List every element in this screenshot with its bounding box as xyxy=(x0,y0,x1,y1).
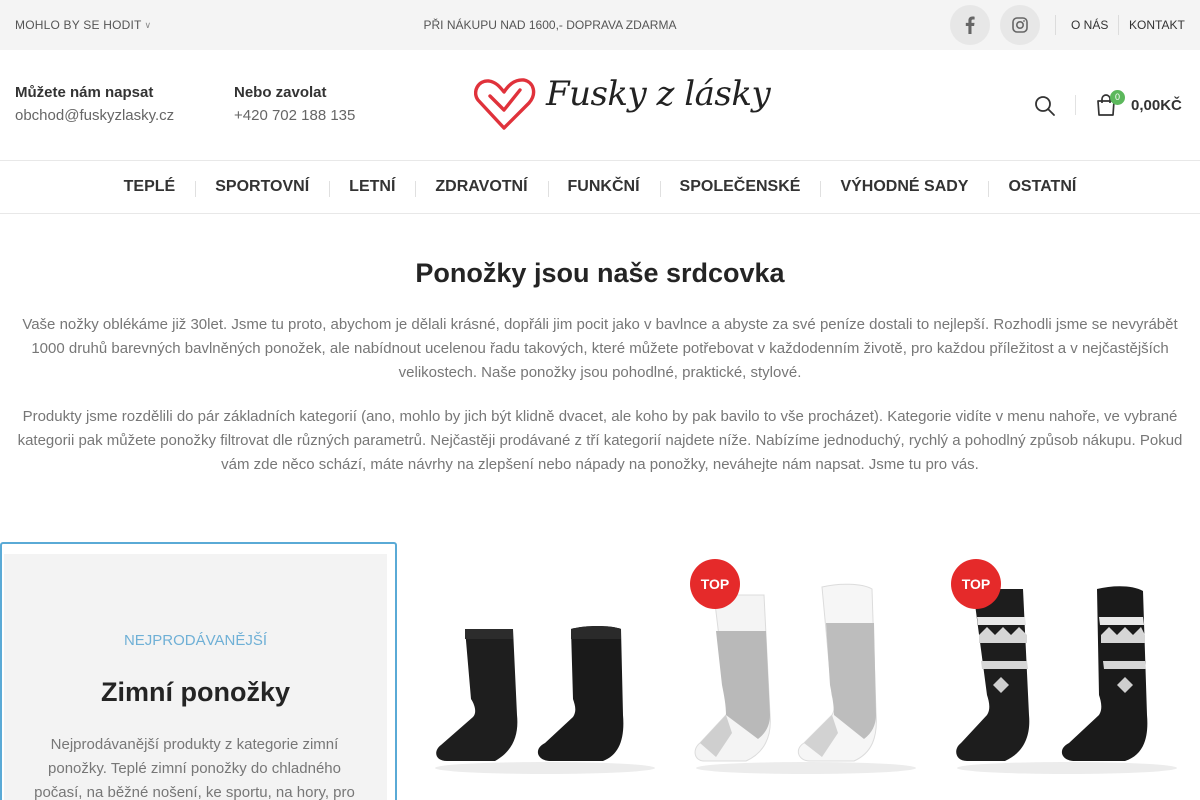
phone-link[interactable]: +420 702 188 135 xyxy=(234,107,355,124)
about-link[interactable]: O NÁS xyxy=(1071,18,1108,32)
nav-item-funkcni[interactable]: FUNKČNÍ xyxy=(547,178,660,197)
featured-category-panel: NEJPRODÁVANĚJŠÍ Zimní ponožky Nejprodáva… xyxy=(4,554,387,800)
cart-total[interactable]: 0,00KČ xyxy=(1131,97,1182,114)
divider xyxy=(1075,95,1076,115)
phone-label: Nebo zavolat xyxy=(234,84,327,101)
nav-item-letni[interactable]: LETNÍ xyxy=(329,178,415,197)
featured-category-card[interactable]: NEJPRODÁVANĚJŠÍ Zimní ponožky Nejprodáva… xyxy=(0,542,397,800)
featured-kicker: NEJPRODÁVANĚJŠÍ xyxy=(123,632,268,649)
divider xyxy=(1118,15,1119,35)
facebook-icon[interactable] xyxy=(950,5,990,45)
product-image-black-socks xyxy=(435,626,655,774)
nav-item-spolecenske[interactable]: SPOLEČENSKÉ xyxy=(659,178,821,197)
instagram-icon[interactable] xyxy=(1000,5,1040,45)
nav-item-sportovni[interactable]: SPORTOVNÍ xyxy=(195,178,329,197)
nav-item-zdravotni[interactable]: ZDRAVOTNÍ xyxy=(415,178,547,197)
phone-contact: Nebo zavolat +420 702 188 135 xyxy=(234,84,355,124)
email-label: Můžete nám napsat xyxy=(15,84,154,101)
site-header: Můžete nám napsat obchod@fuskyzlasky.cz … xyxy=(0,50,1200,160)
featured-description: Nejprodávanější produkty z kategorie zim… xyxy=(34,736,355,800)
product-card[interactable]: TOP xyxy=(686,555,926,800)
free-shipping-notice: PŘI NÁKUPU NAD 1600,- DOPRAVA ZDARMA xyxy=(423,18,677,32)
intro-paragraph-2: Produkty jsme rozdělili do pár základníc… xyxy=(17,408,1183,473)
top-badge: TOP xyxy=(951,559,1001,609)
nav-item-vyhodne-sady[interactable]: VÝHODNÉ SADY xyxy=(820,178,988,197)
divider xyxy=(1055,15,1056,35)
heart-logo-icon xyxy=(474,78,536,130)
main-nav: TEPLÉ SPORTOVNÍ LETNÍ ZDRAVOTNÍ FUNKČNÍ … xyxy=(0,160,1200,214)
intro-paragraph-1: Vaše nožky oblékáme již 30let. Jsme tu p… xyxy=(22,316,1178,381)
featured-title: Zimní ponožky xyxy=(101,677,290,707)
top-bar: MOHLO BY SE HODIT ∨ PŘI NÁKUPU NAD 1600,-… xyxy=(0,0,1200,50)
email-link[interactable]: obchod@fuskyzlasky.cz xyxy=(15,107,174,124)
intro-title: Ponožky jsou naše srdcovka xyxy=(415,258,785,288)
nav-item-ostatni[interactable]: OSTATNÍ xyxy=(988,178,1096,197)
nav-item-teple[interactable]: TEPLÉ xyxy=(104,178,196,196)
search-icon[interactable] xyxy=(1034,95,1056,117)
contact-link[interactable]: KONTAKT xyxy=(1129,18,1185,32)
cart-count-badge: 0 xyxy=(1110,90,1125,105)
email-contact: Můžete nám napsat obchod@fuskyzlasky.cz xyxy=(15,84,174,124)
site-logo[interactable]: Fusky z lásky xyxy=(474,72,771,134)
top-badge: TOP xyxy=(690,559,740,609)
product-card[interactable] xyxy=(425,555,665,800)
product-card[interactable]: TOP xyxy=(947,555,1187,800)
logo-wordmark: Fusky z lásky xyxy=(546,74,771,114)
